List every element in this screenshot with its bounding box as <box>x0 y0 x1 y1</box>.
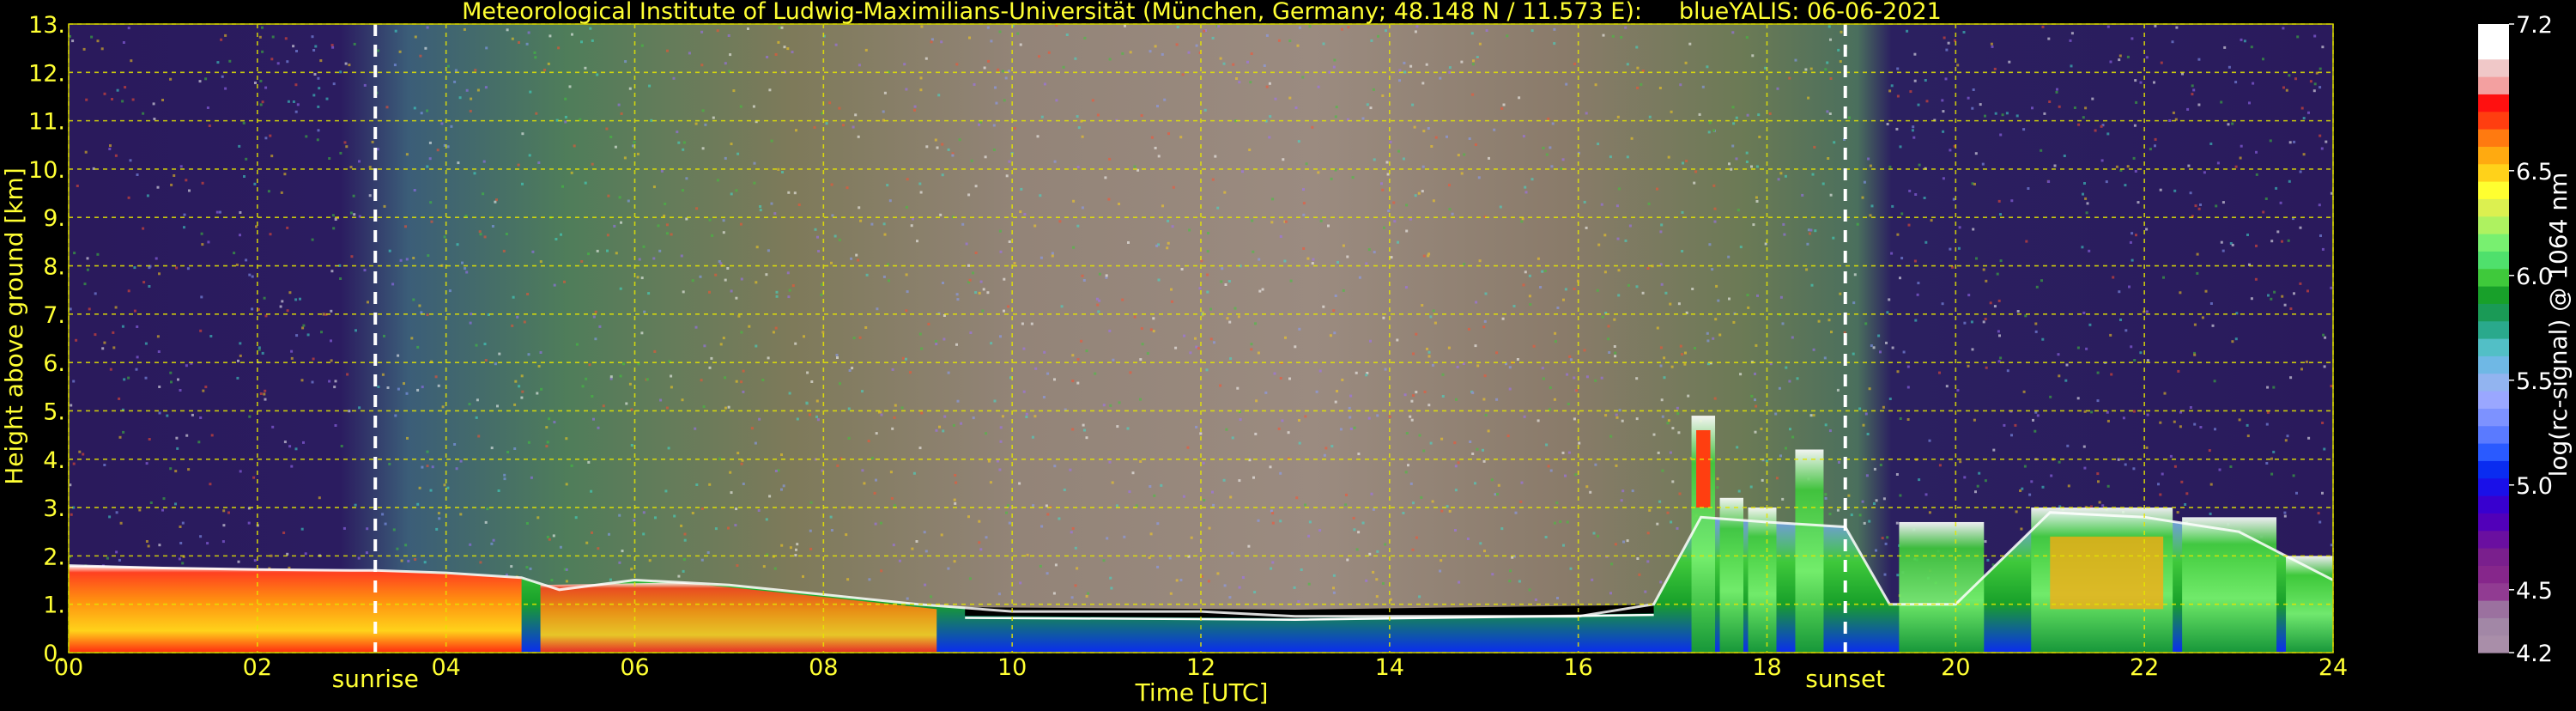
colorbar-swatch <box>2478 76 2509 94</box>
x-tick-label: 02 <box>243 654 272 681</box>
colorbar-swatch <box>2478 513 2509 532</box>
colorbar-swatch <box>2478 303 2509 322</box>
colorbar-swatch <box>2478 129 2509 147</box>
colorbar-swatch <box>2478 198 2509 217</box>
colorbar-label: log(rc-signal) @ 1064 nm <box>2544 173 2573 477</box>
colorbar-swatch <box>2478 391 2509 409</box>
x-tick-label: 18 <box>1752 654 1781 681</box>
colorbar-swatch <box>2478 286 2509 304</box>
colorbar-swatch <box>2478 234 2509 252</box>
colorbar-swatch <box>2478 146 2509 165</box>
y-tick-label: 1. <box>43 592 65 619</box>
colorbar-tick-label: 4.2 <box>2516 641 2553 667</box>
y-axis-label: Height above ground [km] <box>0 167 28 485</box>
lidar-quicklook-chart: sunrise sunset 00 02 04 06 08 10 12 14 16 18 20 22 24… <box>0 0 2573 707</box>
sun-marker-label: sunrise <box>332 665 419 693</box>
colorbar-swatch <box>2478 548 2509 566</box>
y-tick-label: 3. <box>43 495 65 522</box>
y-tick-label: 13. <box>28 12 65 39</box>
colorbar-swatch <box>2478 495 2509 514</box>
colorbar-swatch <box>2478 58 2509 77</box>
colorbar-swatch <box>2478 181 2509 199</box>
y-tick-label: 11. <box>28 109 65 136</box>
colorbar-swatch <box>2478 460 2509 479</box>
y-tick-label: 8. <box>43 254 65 281</box>
x-tick-label: 04 <box>431 654 460 681</box>
colorbar-swatch <box>2478 356 2509 374</box>
chart-title: Meteorological Institute of Ludwig-Maxim… <box>462 0 1942 25</box>
x-tick-label: 22 <box>2130 654 2159 681</box>
y-tick-label: 5. <box>43 398 65 425</box>
colorbar-swatch <box>2478 216 2509 234</box>
colorbar-swatch <box>2478 41 2509 60</box>
x-axis-label: Time [UTC] <box>1135 678 1269 707</box>
colorbar-swatch <box>2478 373 2509 392</box>
colorbar-swatch <box>2478 94 2509 112</box>
colorbar-swatch <box>2478 338 2509 356</box>
colorbar-swatch <box>2478 24 2509 42</box>
x-tick-label: 06 <box>620 654 649 681</box>
colorbar-swatch <box>2478 251 2509 270</box>
colorbar-swatch <box>2478 425 2509 444</box>
y-tick-label: 10. <box>28 157 65 184</box>
y-tick-label: 12. <box>28 60 65 87</box>
colorbar: 4.24.55.05.56.06.57.2 <box>2478 12 2553 667</box>
heatmap-background <box>69 24 2333 653</box>
y-tick-label: 4. <box>43 447 65 474</box>
colorbar-swatch <box>2478 617 2509 636</box>
colorbar-tick-label: 7.2 <box>2516 12 2553 39</box>
y-tick-label: 2. <box>43 544 65 570</box>
colorbar-swatch <box>2478 477 2509 496</box>
colorbar-swatch <box>2478 111 2509 130</box>
colorbar-swatch <box>2478 565 2509 584</box>
y-tick-label: 9. <box>43 205 65 232</box>
colorbar-swatch <box>2478 443 2509 461</box>
colorbar-swatch <box>2478 530 2509 549</box>
colorbar-swatch <box>2478 582 2509 601</box>
sun-marker-label: sunset <box>1805 665 1885 693</box>
colorbar-swatch <box>2478 600 2509 618</box>
x-tick-label: 12 <box>1186 654 1215 681</box>
y-tick-label: 0. <box>43 641 65 667</box>
lidar-chart-stage: sunrise sunset 00 02 04 06 08 10 12 14 16 18 20 22 24… <box>0 0 2576 708</box>
x-tick-label: 24 <box>2318 654 2348 681</box>
y-tick-label: 6. <box>43 350 65 377</box>
x-tick-label: 14 <box>1375 654 1404 681</box>
y-tick-label: 7. <box>43 302 65 329</box>
x-tick-label: 10 <box>997 654 1027 681</box>
x-tick-label: 16 <box>1563 654 1592 681</box>
colorbar-tick-label: 4.5 <box>2516 578 2553 605</box>
x-tick-label: 20 <box>1941 654 1970 681</box>
colorbar-swatch <box>2478 408 2509 427</box>
colorbar-swatch <box>2478 268 2509 287</box>
colorbar-swatch <box>2478 635 2509 653</box>
x-tick-label: 08 <box>809 654 838 681</box>
colorbar-swatch <box>2478 163 2509 182</box>
colorbar-swatch <box>2478 320 2509 339</box>
